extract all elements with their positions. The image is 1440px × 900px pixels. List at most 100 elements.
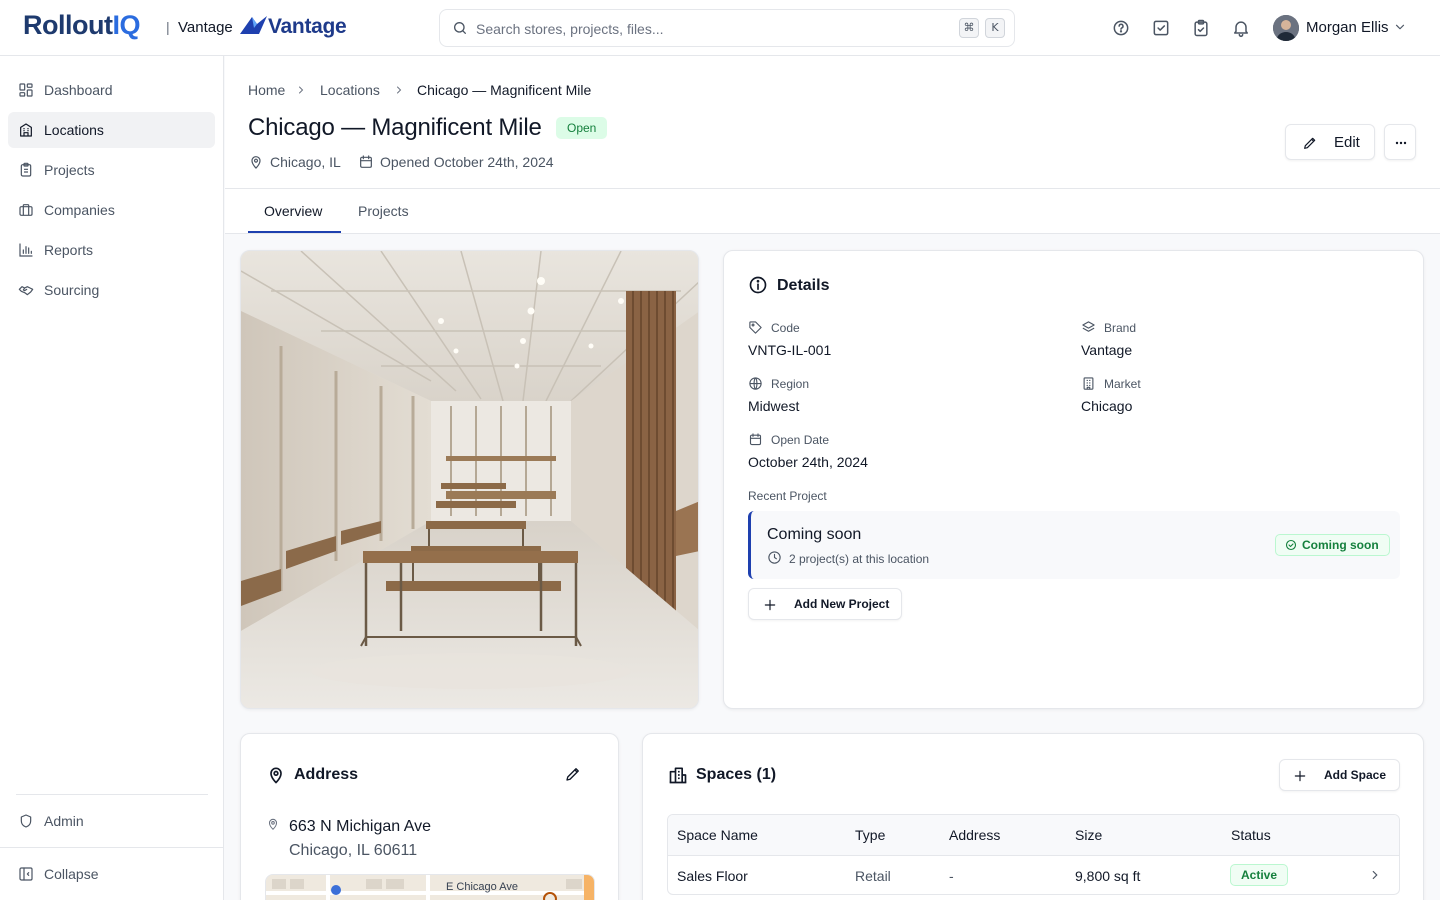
shortcut-key-k: K — [985, 18, 1005, 38]
org-separator: | — [166, 19, 170, 35]
bar-chart-icon — [19, 243, 33, 257]
handshake-icon — [18, 286, 34, 296]
space-type: Retail — [855, 868, 891, 884]
globe-icon — [749, 377, 762, 390]
field-value-brand: Vantage — [1081, 342, 1133, 358]
calendar-icon — [360, 155, 372, 168]
map-street-label: E Chicago Ave — [446, 881, 518, 893]
field-value-open-date: October 24th, 2024 — [748, 454, 868, 470]
user-name[interactable]: Morgan Ellis — [1306, 19, 1389, 36]
space-address: - — [949, 868, 954, 884]
chevron-right-icon — [299, 86, 304, 94]
opened-date: Opened October 24th, 2024 — [380, 154, 554, 170]
column-header[interactable]: Size — [1075, 827, 1102, 843]
bell-icon[interactable] — [1231, 18, 1251, 38]
app-logo[interactable]: RolloutIQ — [23, 10, 140, 41]
chevron-down-icon[interactable] — [1393, 20, 1407, 34]
page-header: Home Locations Chicago — Magnificent Mil… — [225, 56, 1440, 234]
recent-project-count: 2 project(s) at this location — [789, 552, 930, 566]
map-pin-icon — [268, 818, 278, 830]
field-value-region: Midwest — [748, 398, 800, 414]
map-pin-icon — [251, 156, 261, 169]
column-header[interactable]: Status — [1231, 827, 1271, 843]
sidebar-item-label: Reports — [44, 242, 94, 258]
sidebar-item-label: Admin — [44, 813, 84, 829]
more-actions-button[interactable] — [1384, 124, 1416, 160]
clipboard-check-icon[interactable] — [1191, 18, 1211, 38]
sidebar-item-label: Collapse — [44, 866, 99, 882]
briefcase-icon — [19, 204, 33, 216]
pencil-icon — [1304, 137, 1316, 149]
field-value-code: VNTG-IL-001 — [748, 342, 832, 358]
shield-icon — [20, 814, 32, 828]
add-new-project-button[interactable]: Add New Project — [748, 588, 902, 620]
tag-icon — [749, 321, 762, 334]
sidebar-item-dashboard[interactable]: Dashboard — [8, 72, 215, 108]
sidebar-divider — [16, 794, 208, 795]
store-interior-image — [241, 251, 698, 708]
edit-button[interactable]: Edit — [1285, 124, 1375, 160]
add-space-button[interactable]: Add Space — [1279, 759, 1400, 791]
sidebar-item-label: Locations — [44, 122, 104, 138]
header-divider — [225, 188, 1440, 189]
brand-name: Vantage — [268, 15, 347, 38]
sidebar-item-reports[interactable]: Reports — [8, 232, 215, 268]
sidebar-item-label: Projects — [44, 162, 95, 178]
avatar[interactable] — [1273, 15, 1299, 41]
field-label-market: Market — [1104, 377, 1141, 391]
global-search[interactable]: ⌘ K — [439, 9, 1015, 47]
recent-project-title: Coming soon — [767, 526, 862, 543]
address-title: Address — [294, 766, 359, 783]
recent-project-card[interactable]: Coming soon 2 project(s) at this locatio… — [748, 511, 1400, 579]
collapse-icon — [19, 867, 33, 881]
column-header[interactable]: Address — [949, 827, 1000, 843]
clipboard-icon — [20, 162, 32, 177]
sidebar-item-locations[interactable]: Locations — [8, 112, 215, 148]
spaces-table: Space Name Type Address Size Status Sale… — [667, 814, 1400, 895]
field-value-market: Chicago — [1081, 398, 1133, 414]
column-header[interactable]: Space Name — [677, 827, 758, 843]
tab-overview[interactable]: Overview — [264, 203, 322, 219]
chevron-right-icon[interactable] — [1368, 868, 1382, 882]
calendar-icon — [749, 433, 762, 446]
sidebar-item-projects[interactable]: Projects — [8, 152, 215, 188]
dashboard-icon — [19, 83, 33, 97]
info-icon — [749, 276, 767, 294]
space-size: 9,800 sq ft — [1075, 868, 1141, 884]
search-input[interactable] — [476, 18, 946, 40]
check-circle-icon — [1285, 539, 1297, 551]
address-map[interactable]: E Chicago Ave — [265, 874, 595, 900]
recent-project-label: Recent Project — [748, 489, 827, 503]
breadcrumb-home[interactable]: Home — [248, 82, 285, 98]
address-card: Address 663 N Michigan Ave Chicago, IL 6… — [240, 733, 619, 900]
layers-icon — [1082, 321, 1095, 332]
table-header: Space Name Type Address Size Status — [668, 815, 1399, 856]
plus-icon — [764, 599, 776, 611]
tab-projects[interactable]: Projects — [358, 203, 409, 219]
plus-icon — [1294, 770, 1306, 782]
building-icon — [20, 123, 32, 137]
help-icon[interactable] — [1111, 18, 1131, 38]
status-badge: Active — [1230, 864, 1289, 886]
table-row[interactable]: Sales Floor Retail - 9,800 sq ft Active — [668, 856, 1399, 894]
column-header[interactable]: Type — [855, 827, 885, 843]
more-horizontal-icon — [1395, 141, 1407, 145]
building-icon — [1083, 377, 1094, 390]
checkbox-icon[interactable] — [1151, 18, 1171, 38]
status-badge: Coming soon — [1275, 534, 1390, 556]
breadcrumb-current: Chicago — Magnificent Mile — [417, 82, 592, 98]
spaces-title: Spaces (1) — [696, 766, 777, 783]
sidebar-collapse-button[interactable]: Collapse — [8, 856, 215, 892]
shortcut-key-cmd: ⌘ — [959, 18, 979, 38]
spaces-card: Spaces (1) Add Space Space Name Type Add… — [642, 733, 1424, 900]
breadcrumb-locations[interactable]: Locations — [320, 82, 380, 98]
address-street: 663 N Michigan Ave — [289, 818, 432, 835]
sidebar-item-sourcing[interactable]: Sourcing — [8, 272, 215, 308]
details-card: Details Code VNTG-IL-001 Brand Vantage R… — [723, 250, 1424, 709]
location-photo — [240, 250, 699, 709]
active-tab-indicator — [248, 231, 341, 233]
details-title: Details — [777, 277, 830, 294]
edit-address-button[interactable] — [564, 765, 582, 783]
sidebar-item-companies[interactable]: Companies — [8, 192, 215, 228]
sidebar-item-admin[interactable]: Admin — [8, 803, 215, 839]
